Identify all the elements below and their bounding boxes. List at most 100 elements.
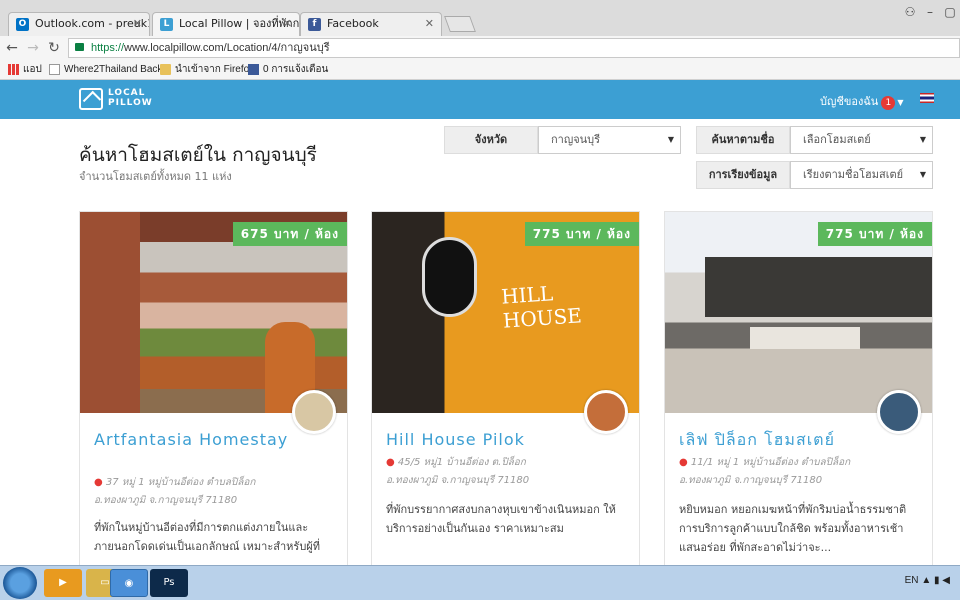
network-icon[interactable]: ▮ (934, 575, 940, 586)
listing-name[interactable]: เลิฟ ปิล็อก โฮมสเตย์ (679, 430, 879, 450)
tab-title: Facebook (327, 17, 379, 30)
province-select[interactable]: กาญจนบุรี ▼ (538, 126, 681, 154)
listing-name[interactable]: Artfantasia Homestay (94, 430, 294, 450)
bookmark-where2thailand[interactable]: Where2Thailand Back (49, 61, 162, 79)
host-avatar[interactable] (584, 390, 628, 434)
close-icon[interactable]: ✕ (283, 13, 292, 35)
price-badge: 675 บาท / ห้อง (232, 222, 347, 246)
close-icon[interactable]: ✕ (133, 13, 142, 35)
price-badge: 775 บาท / ห้อง (817, 222, 932, 246)
tab-outlook[interactable]: O Outlook.com - preuk13@ ✕ (8, 12, 150, 36)
tab-localpillow[interactable]: L Local Pillow | จองที่พักกาญ ✕ (152, 12, 300, 36)
sort-label: การเรียงข้อมูล (696, 161, 790, 189)
minimize-icon[interactable]: – (920, 0, 940, 24)
reload-icon[interactable]: ↻ (44, 38, 64, 58)
navigation-bar: ← → ↻ https://www.localpillow.com/Locati… (0, 36, 960, 60)
close-icon[interactable]: ✕ (425, 13, 434, 35)
tray-arrow-icon[interactable]: ▲ (921, 575, 931, 586)
windows-taskbar: ▶ ▭ ◉ Ps EN ▲ ▮ ◀ (0, 565, 960, 600)
province-label: จังหวัด (444, 126, 538, 154)
listing-address: ● 37 หมู่ 1 หมู่บ้านอีต่อง ตำบลปิล็อก อ.… (94, 474, 334, 510)
url-scheme: https:// (91, 42, 125, 54)
maximize-icon[interactable]: ▢ (940, 0, 960, 24)
bookmark-apps[interactable]: แอป (8, 61, 42, 79)
map-pin-icon: ● (386, 457, 395, 468)
brick-wall (80, 212, 140, 413)
facebook-icon: f (308, 18, 321, 31)
listing-address: ● 11/1 หมู่ 1 หมู่บ้านอีต่อง ตำบลปิล็อก … (679, 454, 919, 490)
chevron-down-icon: ▼ (667, 135, 674, 144)
host-avatar[interactable] (877, 390, 921, 434)
logo-text-line-1: LOCAL (108, 88, 146, 98)
new-tab-button[interactable] (444, 16, 476, 32)
logo-text-line-2: PILLOW (108, 98, 153, 108)
name-search-label: ค้นหาตามชื่อ (696, 126, 790, 154)
address-line-2: อ.ทองผาภูมิ จ.กาญจนบุรี 71180 (386, 475, 530, 486)
building-upper (705, 257, 932, 317)
chevron-down-icon: ▼ (919, 170, 926, 179)
photoshop-icon[interactable]: Ps (150, 569, 188, 597)
bookmark-label: แอป (23, 64, 42, 75)
address-bar[interactable]: https://www.localpillow.com/Location/4/ก… (68, 38, 960, 58)
profile-icon[interactable]: ⚇ (900, 0, 920, 24)
result-count: จำนวนโฮมสเตย์ทั้งหมด 11 แห่ง (79, 170, 232, 183)
system-tray: EN ▲ ▮ ◀ (905, 575, 950, 586)
media-player-icon[interactable]: ▶ (44, 569, 82, 597)
bookmark-firefox-import[interactable]: นำเข้าจาก Firefox (160, 61, 254, 79)
listing-card[interactable]: 675 บาท / ห้อง Artfantasia Homestay ● 37… (79, 211, 348, 581)
facebook-icon (248, 64, 259, 75)
forward-icon[interactable]: → (23, 38, 43, 58)
notification-badge: 1 (881, 96, 896, 110)
listing-card[interactable]: HILL HOUSE 775 บาท / ห้อง Hill House Pilo… (371, 211, 640, 581)
localpillow-logo-icon[interactable] (79, 88, 103, 110)
listing-address: ● 45/5 หมู่1 บ้านอีต่อง ต.ปิล็อก อ.ทองผา… (386, 454, 626, 490)
map-pin-icon: ● (94, 477, 103, 488)
address-line-2: อ.ทองผาภูมิ จ.กาญจนบุรี 71180 (679, 475, 823, 486)
outlook-icon: O (16, 18, 29, 31)
address-line-1: 11/1 หมู่ 1 หมู่บ้านอีต่อง ตำบลปิล็อก (690, 457, 851, 468)
shop-sign (750, 327, 860, 349)
address-line-1: 45/5 หมู่1 บ้านอีต่อง ต.ปิล็อก (397, 457, 526, 468)
language-indicator[interactable]: EN (905, 575, 919, 586)
page-icon (49, 64, 60, 75)
map-pin-icon: ● (679, 457, 688, 468)
address-line-2: อ.ทองผาภูมิ จ.กาญจนบุรี 71180 (94, 495, 238, 506)
bookmarks-bar: แอป Where2Thailand Back นำเข้าจาก Firefo… (0, 60, 960, 80)
start-button-icon[interactable] (3, 567, 37, 599)
account-label: บัญชีของฉัน (820, 95, 879, 108)
price-badge: 775 บาท / ห้อง (524, 222, 639, 246)
bookmark-facebook-notifications[interactable]: 0 การแจ้งเตือน (248, 61, 328, 79)
sort-select[interactable]: เรียงตามชื่อโฮมสเตย์ ▼ (790, 161, 933, 189)
wall-sign: HILL HOUSE (500, 281, 583, 333)
address-line-1: 37 หมู่ 1 หมู่บ้านอีต่อง ตำบลปิล็อก (105, 477, 256, 488)
page-title: ค้นหาโฮมสเตย์ใน กาญจนบุรี (79, 144, 317, 166)
apps-icon (8, 64, 19, 75)
account-menu[interactable]: บัญชีของฉัน 1 ▼ (820, 92, 904, 110)
sign-board (422, 237, 477, 317)
volume-icon[interactable]: ◀ (942, 575, 950, 586)
homestay-name-select[interactable]: เลือกโฮมสเตย์ ▼ (790, 126, 933, 154)
logo-text[interactable]: LOCAL PILLOW (108, 88, 153, 108)
listing-card[interactable]: 775 บาท / ห้อง เลิฟ ปิล็อก โฮมสเตย์ ● 11… (664, 211, 933, 581)
folder-icon (160, 64, 171, 75)
bookmark-label: Where2Thailand Back (64, 64, 163, 75)
chevron-down-icon: ▼ (897, 98, 904, 107)
back-icon[interactable]: ← (2, 38, 22, 58)
bookmark-label: นำเข้าจาก Firefox (175, 64, 255, 75)
sort-value: เรียงตามชื่อโฮมสเตย์ (803, 168, 904, 181)
site-header: LOCAL PILLOW บัญชีของฉัน 1 ▼ (0, 80, 960, 119)
host-avatar[interactable] (292, 390, 336, 434)
window-controls: ⚇ – ▢ (900, 0, 960, 26)
browser-tab-bar: O Outlook.com - preuk13@ ✕ L Local Pillo… (0, 0, 960, 36)
listing-description: ที่พักในหมู่บ้านอีต่องที่มีการตกแต่งภายใ… (94, 521, 320, 553)
chevron-down-icon: ▼ (919, 135, 926, 144)
listing-description: หยิบหมอก หยอกเมฆหน้าที่พักริมบ่อน้ำธรรมช… (679, 503, 907, 554)
chrome-icon[interactable]: ◉ (110, 569, 148, 597)
listing-description: ที่พักบรรยากาศสงบกลางหุบเขาข้างเนินหมอก … (386, 503, 616, 535)
bookmark-label: 0 การแจ้งเตือน (263, 64, 329, 75)
url-text: www.localpillow.com/Location/4/กาญจนบุรี (124, 42, 330, 54)
thai-flag-icon[interactable] (920, 93, 934, 103)
homestay-name-value: เลือกโฮมสเตย์ (803, 133, 871, 146)
tab-facebook[interactable]: f Facebook ✕ (300, 12, 442, 36)
listing-name[interactable]: Hill House Pilok (386, 430, 586, 450)
